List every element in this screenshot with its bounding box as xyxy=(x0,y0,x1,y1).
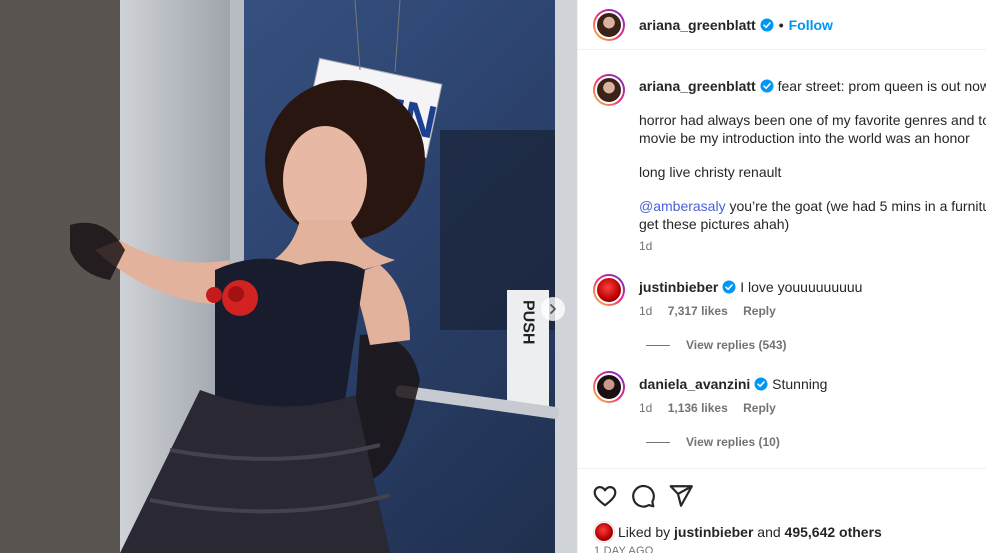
post-actions: Liked by justinbieber and 495,642 others… xyxy=(578,468,986,553)
comment-likes[interactable]: 7,317 likes xyxy=(668,304,728,318)
liked-by-prefix: Liked by xyxy=(618,524,675,540)
like-button[interactable] xyxy=(592,483,618,509)
caption-line-1: fear street: prom queen is out now on ne… xyxy=(777,78,986,94)
likes-count[interactable]: 495,642 others xyxy=(785,524,882,540)
comment-item: daniela_avanzini Stunning 1d 1,136 likes… xyxy=(593,371,827,417)
comment-text: I love youuuuuuuuu xyxy=(740,279,863,295)
comment-avatar[interactable] xyxy=(593,371,625,403)
caption-line-6: get these pictures ahah) xyxy=(639,216,790,232)
view-replies-label: View replies (10) xyxy=(686,435,780,449)
caption-username[interactable]: ariana_greenblatt xyxy=(639,78,756,94)
liked-by-middle: and xyxy=(753,524,785,540)
comment-username[interactable]: daniela_avanzini xyxy=(639,376,750,392)
caption: ariana_greenblatt fear street: prom quee… xyxy=(593,74,986,255)
post-time: 1 DAY AGO xyxy=(594,545,654,553)
photo-illustration: OPEN PUSH xyxy=(0,0,577,553)
heart-icon xyxy=(593,486,617,507)
chevron-right-icon xyxy=(550,304,556,314)
view-replies-label: View replies (543) xyxy=(686,338,787,352)
separator-dot: • xyxy=(778,16,784,33)
push-sign-text: PUSH xyxy=(520,300,537,344)
comment-likes[interactable]: 1,136 likes xyxy=(668,401,728,415)
verified-badge-icon xyxy=(754,377,768,391)
post-photo[interactable]: OPEN PUSH xyxy=(0,0,577,553)
liked-by-user[interactable]: justinbieber xyxy=(674,524,753,540)
comment-button[interactable] xyxy=(630,483,656,509)
comment-time: 1d xyxy=(639,401,653,415)
caption-line-5: you’re the goat (we had 5 mins in a furn… xyxy=(729,198,986,214)
reply-button[interactable]: Reply xyxy=(743,304,776,318)
caption-time: 1d xyxy=(639,239,653,253)
share-button[interactable] xyxy=(668,483,694,509)
liked-by-summary: Liked by justinbieber and 495,642 others xyxy=(594,522,882,542)
comment-icon xyxy=(632,484,655,508)
caption-body: ariana_greenblatt fear street: prom quee… xyxy=(639,74,986,255)
caption-line-3: movie be my introduction into the world … xyxy=(639,130,970,146)
view-replies-button[interactable]: View replies (10) xyxy=(646,435,780,449)
caption-line-2: horror had always been one of my favorit… xyxy=(639,112,986,128)
next-photo-button[interactable] xyxy=(541,297,565,321)
verified-badge-icon xyxy=(760,79,774,93)
liked-by-avatar[interactable] xyxy=(594,522,614,542)
caption-line-4: long live christy renault xyxy=(639,164,782,180)
share-icon xyxy=(669,485,693,507)
caption-avatar[interactable] xyxy=(593,74,625,106)
instagram-post-view: OPEN PUSH xyxy=(0,0,986,553)
replies-divider xyxy=(646,441,670,443)
replies-divider xyxy=(646,344,670,346)
comment-time: 1d xyxy=(639,304,653,318)
comment-text: Stunning xyxy=(772,376,828,392)
comment-body: justinbieber I love youuuuuuuuu 1d 7,317… xyxy=(639,274,862,320)
comment-username[interactable]: justinbieber xyxy=(639,279,718,295)
comment-body: daniela_avanzini Stunning 1d 1,136 likes… xyxy=(639,371,827,417)
verified-badge-icon xyxy=(760,18,774,31)
comments-list: ariana_greenblatt fear street: prom quee… xyxy=(578,50,986,468)
verified-badge-icon xyxy=(722,280,736,294)
follow-button[interactable]: Follow xyxy=(789,17,833,33)
view-replies-button[interactable]: View replies (543) xyxy=(646,338,787,352)
caption-mention-link[interactable]: @amberasaly xyxy=(639,198,726,214)
author-avatar[interactable] xyxy=(593,8,625,41)
author-username[interactable]: ariana_greenblatt xyxy=(639,17,756,33)
post-side-panel: ariana_greenblatt • Follow ariana_greenb… xyxy=(577,0,986,553)
comment-avatar[interactable] xyxy=(593,274,625,306)
comment-item: justinbieber I love youuuuuuuuu 1d 7,317… xyxy=(593,274,862,320)
post-header: ariana_greenblatt • Follow xyxy=(578,0,986,50)
reply-button[interactable]: Reply xyxy=(743,401,776,415)
